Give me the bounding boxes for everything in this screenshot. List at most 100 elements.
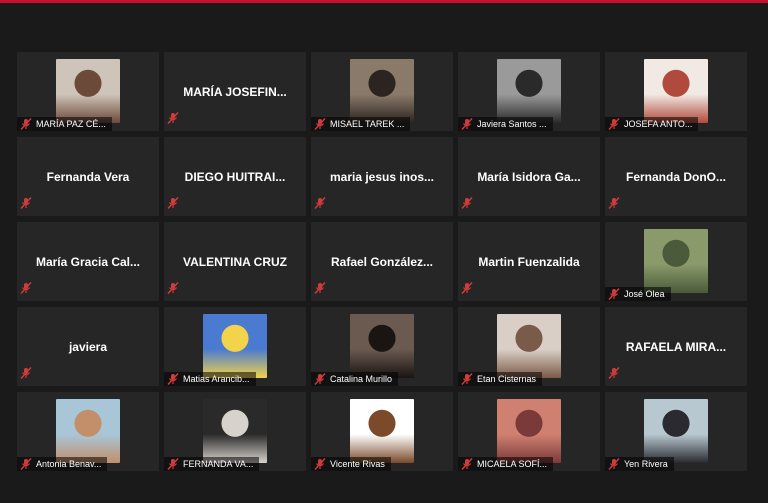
mic-muted-icon: [314, 118, 326, 130]
participant-tile[interactable]: Rafael González...: [311, 222, 453, 301]
participant-name: Fernanda DonO...: [625, 169, 726, 184]
participant-tile[interactable]: José Olea: [605, 222, 747, 301]
participant-video: [203, 399, 267, 463]
mic-muted-icon: [461, 197, 473, 209]
participant-video: [497, 314, 561, 378]
participant-tile[interactable]: Catalina Murillo: [311, 307, 453, 386]
participant-tile[interactable]: RAFAELA MIRA...: [605, 307, 747, 386]
participant-name-label: Matias Arancib...: [164, 372, 256, 386]
mic-muted-icon: [167, 197, 179, 209]
participant-tile[interactable]: Etan Cisternas: [458, 307, 600, 386]
mic-muted-icon: [461, 373, 473, 385]
participant-name: José Olea: [624, 289, 665, 299]
mic-muted-icon: [608, 197, 620, 209]
muted-indicator: [607, 366, 624, 385]
muted-indicator: [166, 281, 183, 300]
mic-muted-icon: [20, 197, 32, 209]
participant-video: [644, 229, 708, 293]
participant-video: [56, 399, 120, 463]
participant-name: MISAEL TAREK ...: [330, 119, 405, 129]
participant-tile[interactable]: María Isidora Ga...: [458, 137, 600, 216]
participant-name: Antonia Benav...: [36, 459, 102, 469]
muted-indicator: [19, 196, 36, 215]
participant-video: [497, 59, 561, 123]
participant-name: Javiera Santos ...: [477, 119, 547, 129]
participant-video: [56, 59, 120, 123]
participant-name: MARÍA PAZ CÉ...: [36, 119, 106, 129]
muted-indicator: [166, 111, 183, 130]
participant-tile[interactable]: MARÍA JOSEFIN...: [164, 52, 306, 131]
participant-name-label: MICAELA SOFÍ...: [458, 457, 554, 471]
participant-tile[interactable]: Antonia Benav...: [17, 392, 159, 471]
participant-tile[interactable]: Javiera Santos ...: [458, 52, 600, 131]
mic-muted-icon: [608, 458, 620, 470]
window-accent-bar: [0, 0, 768, 3]
participant-name: RAFAELA MIRA...: [625, 339, 727, 354]
participant-name: Matias Arancib...: [183, 374, 250, 384]
participant-tile[interactable]: Matias Arancib...: [164, 307, 306, 386]
participant-tile[interactable]: MISAEL TAREK ...: [311, 52, 453, 131]
muted-indicator: [19, 281, 36, 300]
participant-name: maria jesus inos...: [329, 169, 435, 184]
participant-name-label: Antonia Benav...: [17, 457, 108, 471]
mic-muted-icon: [461, 118, 473, 130]
participant-tile[interactable]: Yen Rivera: [605, 392, 747, 471]
participant-name-label: MARÍA PAZ CÉ...: [17, 117, 112, 131]
muted-indicator: [313, 196, 330, 215]
participant-name: DIEGO HUITRAI...: [184, 169, 286, 184]
participant-tile[interactable]: Martin Fuenzalida: [458, 222, 600, 301]
participant-tile[interactable]: Vicente Rivas: [311, 392, 453, 471]
mic-muted-icon: [314, 458, 326, 470]
mic-muted-icon: [461, 282, 473, 294]
muted-indicator: [460, 281, 477, 300]
mic-muted-icon: [461, 458, 473, 470]
participant-tile[interactable]: VALENTINA CRUZ: [164, 222, 306, 301]
mic-muted-icon: [20, 118, 32, 130]
participant-tile[interactable]: DIEGO HUITRAI...: [164, 137, 306, 216]
participant-name: VALENTINA CRUZ: [183, 254, 287, 269]
participant-video: [350, 314, 414, 378]
mic-muted-icon: [314, 197, 326, 209]
participant-name-label: MISAEL TAREK ...: [311, 117, 411, 131]
mic-muted-icon: [20, 367, 32, 379]
mic-muted-icon: [314, 373, 326, 385]
participant-name-label: Etan Cisternas: [458, 372, 543, 386]
participant-tile[interactable]: María Gracia Cal...: [17, 222, 159, 301]
participant-tile[interactable]: FERNANDA VA...: [164, 392, 306, 471]
participant-video: [644, 59, 708, 123]
participant-tile[interactable]: javiera: [17, 307, 159, 386]
participant-name-label: Javiera Santos ...: [458, 117, 553, 131]
gallery-grid: MARÍA PAZ CÉ... MARÍA JOSEFIN... MISAEL TA…: [17, 52, 747, 471]
participant-name: MICAELA SOFÍ...: [477, 459, 548, 469]
muted-indicator: [19, 366, 36, 385]
muted-indicator: [460, 196, 477, 215]
participant-tile[interactable]: maria jesus inos...: [311, 137, 453, 216]
participant-video: [350, 59, 414, 123]
participant-name: FERNANDA VA...: [183, 459, 254, 469]
participant-name: Yen Rivera: [624, 459, 668, 469]
participant-tile[interactable]: Fernanda DonO...: [605, 137, 747, 216]
mic-muted-icon: [608, 118, 620, 130]
participant-video: [644, 399, 708, 463]
mic-muted-icon: [167, 112, 179, 124]
participant-name-label: FERNANDA VA...: [164, 457, 260, 471]
participant-video: [350, 399, 414, 463]
mic-muted-icon: [167, 458, 179, 470]
participant-name: María Isidora Ga...: [477, 169, 581, 184]
participant-name-label: Yen Rivera: [605, 457, 674, 471]
participant-tile[interactable]: JOSEFA ANTO...: [605, 52, 747, 131]
participant-tile[interactable]: MARÍA PAZ CÉ...: [17, 52, 159, 131]
mic-muted-icon: [608, 288, 620, 300]
mic-muted-icon: [167, 373, 179, 385]
mic-muted-icon: [20, 282, 32, 294]
mic-muted-icon: [314, 282, 326, 294]
participant-name: Martin Fuenzalida: [478, 254, 580, 269]
participant-video: [497, 399, 561, 463]
participant-tile[interactable]: Fernanda Vera: [17, 137, 159, 216]
participant-tile[interactable]: MICAELA SOFÍ...: [458, 392, 600, 471]
participant-name-label: Catalina Murillo: [311, 372, 399, 386]
mic-muted-icon: [608, 367, 620, 379]
participant-name: javiera: [68, 339, 108, 354]
participant-name-label: JOSEFA ANTO...: [605, 117, 699, 131]
muted-indicator: [607, 196, 624, 215]
